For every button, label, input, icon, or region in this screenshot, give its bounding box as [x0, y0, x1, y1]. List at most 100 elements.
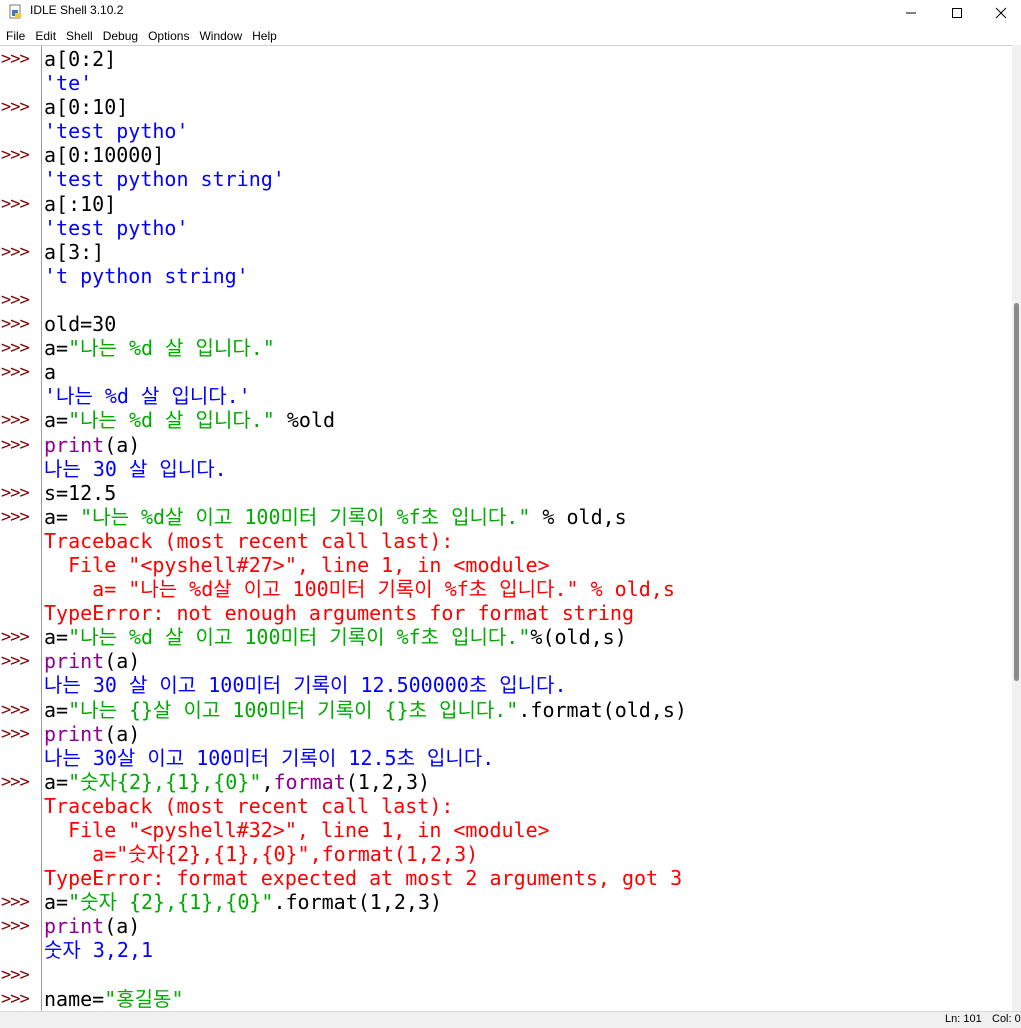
shell-input-line: >>> s=12.5 [1, 480, 1012, 505]
prompt-marker: >>> [1, 651, 30, 672]
shell-input-line: >>> a="나는 %d 살 이고 100미터 기록이 %f초 입니다."%(ol… [1, 625, 1012, 650]
prompt-marker: >>> [1, 892, 30, 913]
window-title: IDLE Shell 3.10.2 [30, 3, 124, 17]
shell-editor[interactable]: >>> a[0:2]'te' >>> a[0:10]'test pytho' >>> a[… [0, 45, 1021, 1012]
shell-input-line: >>> a[0:10000] [1, 143, 1012, 167]
code-token: 'te' [44, 71, 93, 96]
prompt-marker: >>> [1, 410, 30, 431]
code-token: a= [44, 769, 69, 794]
code-token: 숫자 3,2,1 [44, 938, 154, 963]
code-token: "나는 %d 살 입니다." [68, 408, 275, 433]
minimize-icon [906, 12, 916, 13]
prompt-marker: >>> [1, 723, 30, 744]
code-token: print [44, 649, 105, 674]
scrollbar-thumb[interactable] [1014, 303, 1019, 681]
prompt-marker: >>> [1, 338, 30, 359]
code-token: 나는 30살 이고 100미터 기록이 12.5초 입니다. [44, 745, 495, 770]
shell-output-line: 'te' [44, 71, 1012, 95]
shell-output-line: 숫자 3,2,1 [44, 938, 1012, 962]
prompt-marker: >>> [1, 97, 30, 118]
menu-shell[interactable]: Shell [62, 25, 97, 45]
menu-bar: File Edit Shell Debug Options Window Hel… [0, 25, 1021, 45]
shell-input-line: >>> a[0:2] [1, 47, 1012, 71]
prompt-marker: >>> [1, 482, 30, 503]
shell-input-line: >>> a[:10] [1, 192, 1012, 216]
code-token: , [261, 769, 274, 794]
line-number-status: Ln: 101 [945, 1013, 982, 1025]
code-token: "나는 {}살 이고 100미터 기록이 {}초 입니다." [68, 697, 519, 722]
code-token: "나는 %d살 이고 100미터 기록이 %f초 입니다." [80, 504, 531, 529]
code-token: a[3:] [44, 239, 105, 264]
shell-input-line: >>> a= "나는 %d살 이고 100미터 기록이 %f초 입니다." % o… [1, 504, 1012, 529]
code-token: a= [44, 697, 69, 722]
minimize-button[interactable] [888, 0, 934, 25]
shell-output-line: File "<pyshell#27>", line 1, in <module> [44, 553, 1012, 577]
shell-input-line: >>> [1, 963, 1012, 987]
title-bar: IDLE Shell 3.10.2 [0, 0, 1021, 25]
menu-help[interactable]: Help [248, 25, 281, 45]
code-token: a= [44, 336, 69, 361]
code-token: (a) [104, 432, 141, 457]
prompt-marker: >>> [1, 193, 30, 214]
shell-input-line: >>> a[3:] [1, 239, 1012, 264]
shell-input-line: >>> print(a) [1, 914, 1012, 939]
code-token: File "<pyshell#27>", line 1, in <module> [44, 552, 550, 577]
menu-window[interactable]: Window [195, 25, 246, 45]
code-token: "숫자{2},{1},{0}" [68, 769, 262, 794]
code-token: format [273, 769, 346, 794]
shell-output-line: 'test pytho' [44, 119, 1012, 143]
prompt-marker: >>> [1, 506, 30, 527]
menu-options[interactable]: Options [144, 25, 193, 45]
code-token: "나는 %d 살 이고 100미터 기록이 %f초 입니다." [68, 625, 531, 650]
prompt-marker: >>> [1, 49, 30, 69]
shell-input-line: >>> print(a) [1, 649, 1012, 674]
code-token: "홍길동" [104, 986, 184, 1011]
shell-input-line: >>> print(a) [1, 432, 1012, 457]
maximize-icon [952, 7, 962, 18]
prompt-marker: >>> [1, 771, 30, 792]
code-token: TypeError: not enough arguments for form… [44, 601, 635, 626]
shell-output-line: TypeError: not enough arguments for form… [44, 601, 1012, 625]
shell-text[interactable]: >>> a[0:2]'te' >>> a[0:10]'test pytho' >>> a[… [1, 47, 1012, 1011]
code-token: a= [44, 625, 69, 650]
menu-debug[interactable]: Debug [99, 25, 142, 45]
shell-output-line: 나는 30살 이고 100미터 기록이 12.5초 입니다. [44, 746, 1012, 770]
prompt-marker: >>> [1, 964, 30, 985]
vertical-scrollbar[interactable] [1012, 45, 1021, 1011]
code-token: (a) [104, 914, 141, 939]
shell-output-line: '나는 %d 살 입니다.' [44, 384, 1012, 408]
prompt-marker: >>> [1, 988, 30, 1009]
code-token: name= [44, 986, 105, 1011]
code-token: 'test pytho' [44, 119, 189, 144]
shell-input-line: >>> a="나는 %d 살 입니다." [1, 336, 1012, 361]
shell-input-line: >>> [1, 288, 1012, 312]
prompt-marker: >>> [1, 145, 30, 166]
shell-output-line: Traceback (most recent call last): [44, 794, 1012, 818]
menu-file[interactable]: File [2, 25, 29, 45]
prompt-marker: >>> [1, 916, 30, 937]
shell-output-line: 'test python string' [44, 167, 1012, 191]
shell-input-line: >>> a="숫자{2},{1},{0}",format(1,2,3) [1, 769, 1012, 794]
prompt-marker: >>> [1, 241, 30, 262]
code-token: TypeError: format expected at most 2 arg… [44, 866, 683, 891]
code-token: File "<pyshell#32>", line 1, in <module> [44, 818, 550, 842]
shell-output-line: Traceback (most recent call last): [44, 529, 1012, 553]
code-token: 나는 30 살 이고 100미터 기록이 12.500000초 입니다. [44, 673, 567, 698]
close-button[interactable] [978, 0, 1021, 25]
shell-input-line: >>> name="홍길동" [1, 986, 1012, 1011]
code-token: (1,2,3) [345, 769, 431, 794]
maximize-button[interactable] [934, 0, 980, 25]
code-token: Traceback (most recent call last): [44, 793, 454, 818]
code-token: a= [44, 504, 81, 529]
code-token: print [44, 914, 105, 939]
shell-output-line: TypeError: format expected at most 2 arg… [44, 866, 1012, 890]
code-token: .format(1,2,3) [273, 890, 443, 915]
code-token: '나는 %d 살 입니다.' [44, 384, 251, 409]
code-token: a= "나는 %d살 이고 100미터 기록이 %f초 입니다." % old,… [44, 577, 675, 602]
menu-edit[interactable]: Edit [31, 25, 60, 45]
code-token: a[0:2] [44, 47, 117, 71]
shell-output-line: 't python string' [44, 264, 1012, 288]
shell-input-line: >>> print(a) [1, 722, 1012, 746]
code-token: % old,s [530, 504, 627, 529]
code-token: s=12.5 [44, 480, 117, 505]
